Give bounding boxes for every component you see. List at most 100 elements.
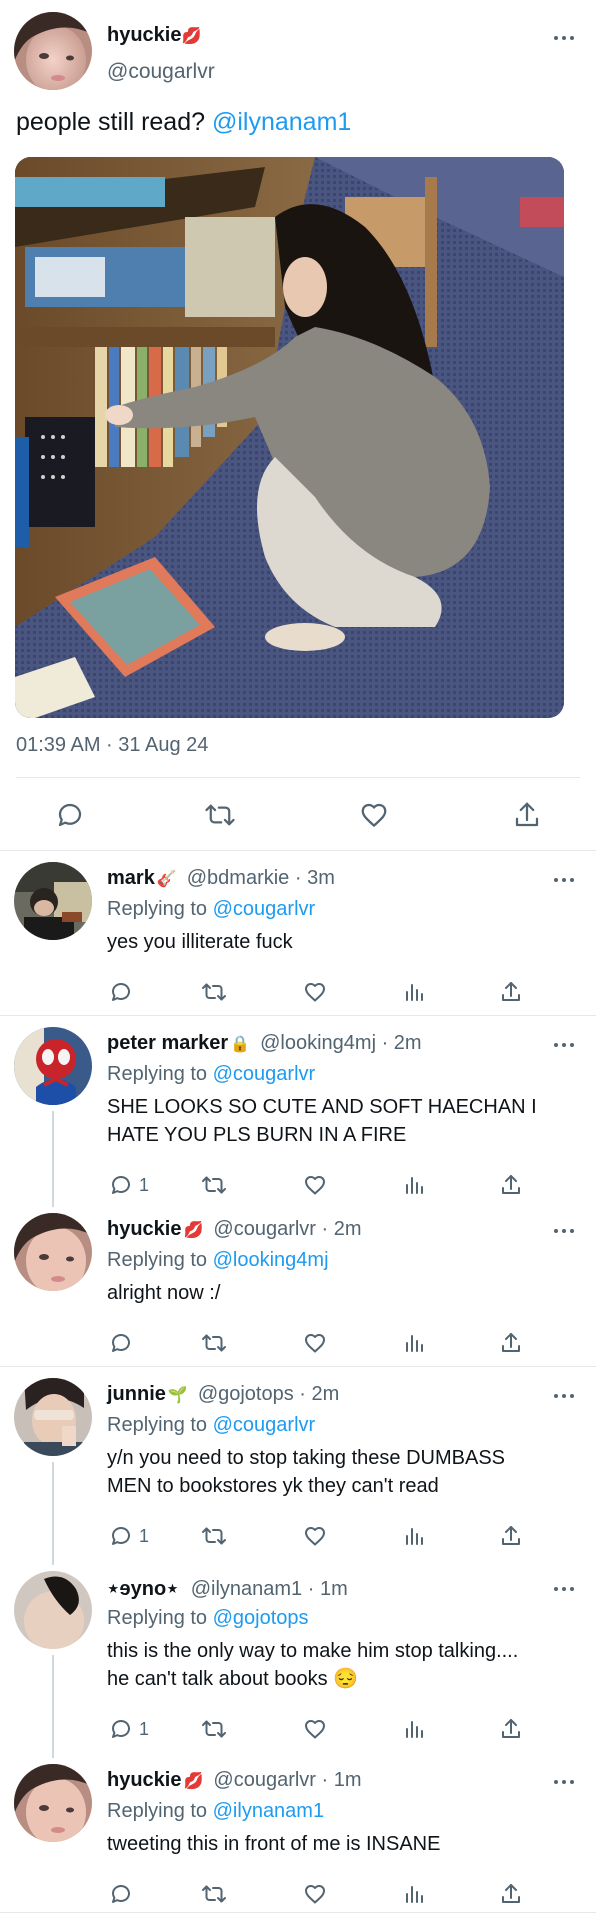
share-button[interactable] [499, 1521, 523, 1551]
divider [0, 1366, 596, 1367]
avatar-junnie[interactable] [14, 1378, 92, 1456]
like-button[interactable] [303, 1521, 327, 1551]
tweet-timestamp[interactable]: 01:39 AM · 31 Aug 24 [16, 734, 208, 757]
reply-handle-time[interactable]: @gojotops · 2m [198, 1383, 339, 1405]
share-icon [502, 1175, 520, 1194]
reply-text: yes you illiterate fuck [107, 931, 293, 953]
author-handle[interactable]: @cougarlvr [107, 60, 215, 84]
views-button[interactable] [403, 1521, 427, 1551]
replying-to: Replying to @looking4mj [107, 1249, 329, 1271]
reply-button[interactable]: 1 [109, 1521, 149, 1551]
reply-count: 1 [139, 1525, 150, 1546]
reply-action-bar [107, 1328, 527, 1358]
replying-to-link[interactable]: @looking4mj [213, 1249, 329, 1271]
more-options-icon[interactable] [554, 1392, 576, 1400]
views-button[interactable] [403, 1328, 427, 1358]
like-icon [305, 1720, 325, 1739]
share-button[interactable] [499, 1714, 523, 1744]
retweet-button[interactable] [201, 1521, 227, 1551]
views-icon [406, 1335, 423, 1352]
reply-icon[interactable] [55, 800, 85, 830]
divider [16, 777, 580, 778]
avatar-peter[interactable] [14, 1027, 92, 1105]
retweet-button[interactable] [201, 1714, 227, 1744]
share-button[interactable] [499, 977, 523, 1007]
reply-text: he can't talk about books 😔 [107, 1668, 359, 1690]
reply-handle-time[interactable]: @bdmarkie · 3m [187, 867, 335, 889]
reply-handle-time[interactable]: @cougarlvr · 1m [213, 1769, 361, 1791]
retweet-button[interactable] [201, 1170, 227, 1200]
reply-handle-time[interactable]: @cougarlvr · 2m [213, 1218, 361, 1240]
divider [0, 1912, 596, 1913]
divider [0, 850, 596, 851]
more-options-icon[interactable] [554, 1778, 576, 1786]
more-options-icon[interactable] [554, 876, 576, 884]
views-button[interactable] [403, 1714, 427, 1744]
reply-action-bar [107, 977, 527, 1007]
like-icon[interactable] [359, 800, 389, 830]
reply-display-name[interactable]: ⋆ɘyno⋆ [107, 1578, 179, 1600]
views-icon [406, 1721, 423, 1738]
reply-display-name[interactable]: hyuckie [107, 1218, 181, 1240]
reply-button[interactable]: 1 [109, 1714, 149, 1744]
like-button[interactable] [303, 1879, 327, 1909]
reply-display-name[interactable]: junnie [107, 1383, 166, 1405]
reply-display-name[interactable]: mark [107, 867, 155, 889]
reply-display-name[interactable]: peter marker [107, 1032, 228, 1054]
mention-link[interactable]: @ilynanam1 [212, 108, 351, 136]
thread-line [52, 1655, 54, 1758]
views-icon [406, 1528, 423, 1545]
reply-icon [112, 983, 130, 1001]
tweet-photo[interactable] [15, 157, 564, 718]
more-options-icon[interactable] [554, 1227, 576, 1235]
avatar-hyuckie[interactable] [14, 1764, 92, 1842]
share-button[interactable] [499, 1328, 523, 1358]
more-options-icon[interactable] [554, 1041, 576, 1049]
retweet-button[interactable] [201, 1879, 227, 1909]
retweet-icon [202, 1334, 226, 1352]
share-button[interactable] [499, 1879, 523, 1909]
replying-to: Replying to @gojotops [107, 1607, 309, 1629]
retweet-icon[interactable] [204, 800, 236, 830]
share-icon[interactable] [512, 800, 542, 830]
views-button[interactable] [403, 1170, 427, 1200]
like-button[interactable] [303, 1170, 327, 1200]
replying-to-link[interactable]: @cougarlvr [213, 898, 316, 920]
retweet-icon [202, 1885, 226, 1903]
reply-button[interactable] [109, 1328, 139, 1358]
reply-count: 1 [139, 1718, 150, 1739]
reply-handle-time[interactable]: @ilynanam1 · 1m [191, 1578, 348, 1600]
views-button[interactable] [403, 977, 427, 1007]
replying-to-link[interactable]: @cougarlvr [213, 1063, 316, 1085]
like-button[interactable] [303, 1714, 327, 1744]
share-button[interactable] [499, 1170, 523, 1200]
reply-handle-time[interactable]: @looking4mj · 2m [260, 1032, 421, 1054]
avatar-mark[interactable] [14, 862, 92, 940]
reply-button[interactable] [109, 1879, 139, 1909]
name-emoji: 🎸 [156, 871, 177, 888]
replying-to-link[interactable]: @gojotops [213, 1607, 309, 1629]
name-emoji: 💋 [183, 1222, 204, 1239]
retweet-button[interactable] [201, 1328, 227, 1358]
avatar-hyuckie[interactable] [14, 1213, 92, 1291]
reply-display-name[interactable]: hyuckie [107, 1769, 181, 1791]
like-button[interactable] [303, 977, 327, 1007]
like-icon [305, 983, 325, 1002]
replying-to-link[interactable]: @ilynanam1 [213, 1800, 324, 1822]
views-button[interactable] [403, 1879, 427, 1909]
reply-button[interactable] [109, 977, 139, 1007]
like-icon [305, 1176, 325, 1195]
thread-line [52, 1462, 54, 1565]
reply-button[interactable]: 1 [109, 1170, 149, 1200]
avatar-hyuckie[interactable] [14, 12, 92, 90]
more-options-icon[interactable] [554, 34, 576, 42]
replying-to-link[interactable]: @cougarlvr [213, 1414, 316, 1436]
more-options-icon[interactable] [554, 1585, 576, 1593]
divider [0, 1015, 596, 1016]
avatar-ayno[interactable] [14, 1571, 92, 1649]
like-button[interactable] [303, 1328, 327, 1358]
share-icon [502, 1526, 520, 1545]
retweet-button[interactable] [201, 977, 227, 1007]
share-icon [502, 1884, 520, 1903]
author-display-name[interactable]: hyuckie [107, 24, 181, 46]
